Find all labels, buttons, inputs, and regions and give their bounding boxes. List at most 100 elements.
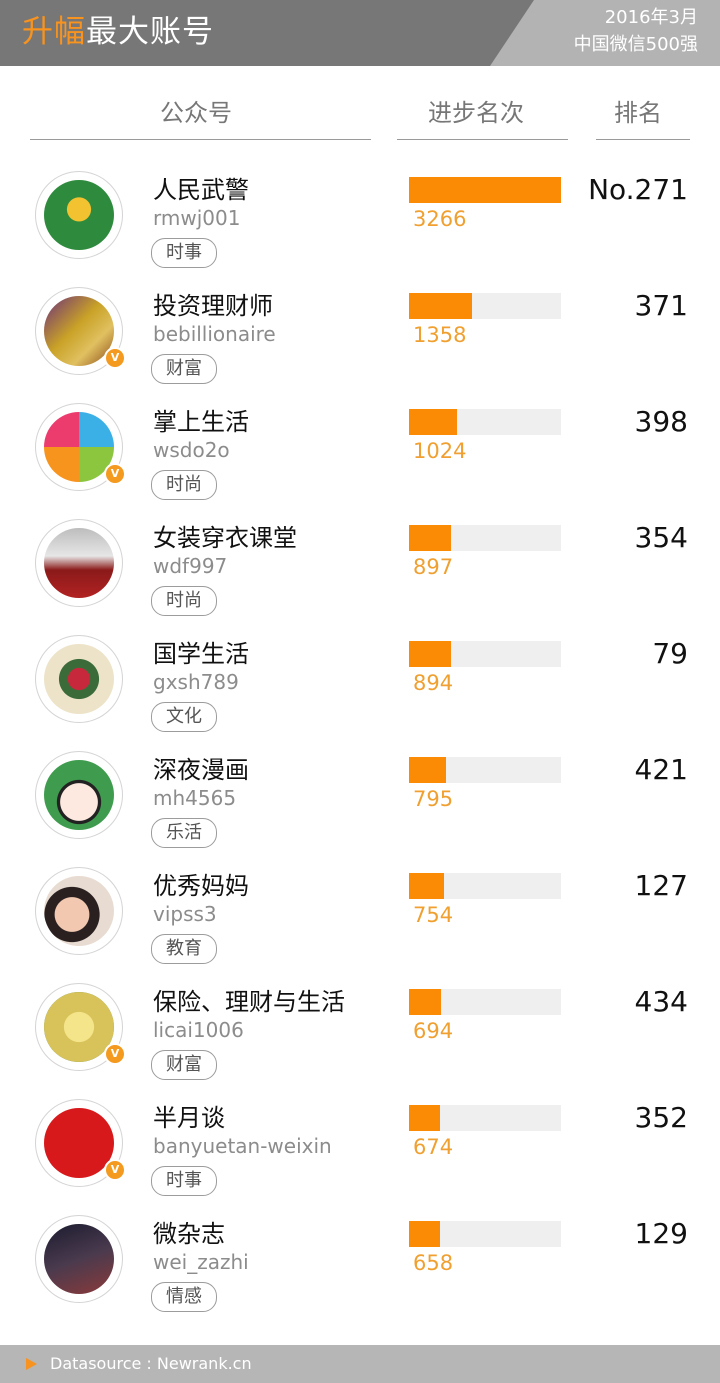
- report-subtitle: 中国微信500强: [573, 34, 698, 55]
- account-handle: vipss3: [153, 902, 217, 926]
- account-name[interactable]: 国学生活: [153, 639, 249, 669]
- account-row[interactable]: 国学生活 gxsh789 文化 894 79: [0, 635, 720, 751]
- account-name[interactable]: 半月谈: [153, 1103, 225, 1133]
- rank-value: 421: [634, 753, 688, 786]
- avatar[interactable]: [35, 519, 123, 607]
- progress-bar-track: [409, 757, 561, 783]
- progress-bar-track: [409, 873, 561, 899]
- account-row[interactable]: 人民武警 rmwj001 时事 3266 No.271: [0, 171, 720, 287]
- category-tag: 时尚: [151, 470, 217, 500]
- account-row[interactable]: V 掌上生活 wsdo2o 时尚 1024 398: [0, 403, 720, 519]
- mother-child-icon: [44, 876, 114, 946]
- account-handle: wdf997: [153, 554, 228, 578]
- progress-value: 1358: [413, 323, 467, 347]
- account-row[interactable]: V 保险、理财与生活 licai1006 财富 694 434: [0, 983, 720, 1099]
- account-handle: wei_zazhi: [153, 1250, 249, 1274]
- column-divider-account: [30, 139, 371, 140]
- progress-bar-fill: [409, 873, 444, 899]
- page-title-rest: 最大账号: [86, 14, 214, 50]
- account-row[interactable]: 微杂志 wei_zazhi 情感 658 129: [0, 1215, 720, 1331]
- progress-bar-fill: [409, 641, 451, 667]
- account-name[interactable]: 掌上生活: [153, 407, 249, 437]
- category-tag: 财富: [151, 354, 217, 384]
- rank-value: 354: [634, 521, 688, 554]
- category-tag: 时事: [151, 1166, 217, 1196]
- account-row[interactable]: V 半月谈 banyuetan-weixin 时事 674 352: [0, 1099, 720, 1215]
- account-row[interactable]: 女装穿衣课堂 wdf997 时尚 897 354: [0, 519, 720, 635]
- account-name[interactable]: 女装穿衣课堂: [153, 523, 297, 553]
- rank-value: 398: [634, 405, 688, 438]
- footer-bar: Datasource : Newrank.cn: [0, 1345, 720, 1383]
- account-name[interactable]: 人民武警: [153, 175, 249, 205]
- rank-value: 129: [634, 1217, 688, 1250]
- avatar[interactable]: [35, 1215, 123, 1303]
- progress-value: 3266: [413, 207, 467, 231]
- avatar[interactable]: [35, 171, 123, 259]
- avatar[interactable]: [35, 635, 123, 723]
- avatar[interactable]: [35, 751, 123, 839]
- progress-bar-fill: [409, 757, 446, 783]
- progress-bar-track: [409, 989, 561, 1015]
- account-handle: mh4565: [153, 786, 237, 810]
- account-handle: rmwj001: [153, 206, 241, 230]
- column-header-progress: 进步名次: [428, 99, 524, 127]
- progress-bar-track: [409, 641, 561, 667]
- progress-value: 694: [413, 1019, 454, 1043]
- rank-value: 352: [634, 1101, 688, 1134]
- progress-bar-track: [409, 409, 561, 435]
- category-tag: 乐活: [151, 818, 217, 848]
- column-header-account: 公众号: [160, 99, 232, 127]
- category-tag: 时事: [151, 238, 217, 268]
- account-name[interactable]: 优秀妈妈: [153, 871, 249, 901]
- progress-value: 897: [413, 555, 454, 579]
- account-handle: gxsh789: [153, 670, 239, 694]
- account-name[interactable]: 深夜漫画: [153, 755, 249, 785]
- fashion-woman-icon: [44, 528, 114, 598]
- progress-value: 795: [413, 787, 454, 811]
- data-source: Datasource : Newrank.cn: [50, 1354, 252, 1373]
- progress-bar-track: [409, 525, 561, 551]
- verified-badge-icon: V: [104, 463, 126, 485]
- account-row[interactable]: 优秀妈妈 vipss3 教育 754 127: [0, 867, 720, 983]
- armed-police-emblem-icon: [44, 180, 114, 250]
- rank-value: 79: [652, 637, 688, 670]
- column-header-rank: 排名: [614, 99, 662, 127]
- avatar[interactable]: [35, 867, 123, 955]
- rank-value: No.271: [588, 173, 688, 206]
- category-tag: 情感: [151, 1282, 217, 1312]
- page-title: 升幅最大账号: [22, 12, 214, 52]
- play-arrow-icon: [26, 1358, 37, 1370]
- progress-bar-track: [409, 1105, 561, 1131]
- account-handle: banyuetan-weixin: [153, 1134, 332, 1158]
- category-tag: 时尚: [151, 586, 217, 616]
- rank-value: 127: [634, 869, 688, 902]
- progress-bar-track: [409, 177, 561, 203]
- rank-value: 434: [634, 985, 688, 1018]
- progress-bar-fill: [409, 409, 457, 435]
- progress-bar-fill: [409, 293, 472, 319]
- cartoon-face-icon: [44, 760, 114, 830]
- account-handle: licai1006: [153, 1018, 244, 1042]
- verified-badge-icon: V: [104, 1043, 126, 1065]
- night-city-photo-icon: [44, 1224, 114, 1294]
- progress-bar-fill: [409, 1105, 440, 1131]
- account-name[interactable]: 投资理财师: [153, 291, 273, 321]
- account-handle: wsdo2o: [153, 438, 230, 462]
- header-banner: 升幅最大账号 2016年3月 中国微信500强: [0, 0, 720, 66]
- progress-bar-fill: [409, 525, 451, 551]
- report-date: 2016年3月: [604, 7, 698, 28]
- account-name[interactable]: 微杂志: [153, 1219, 225, 1249]
- progress-bar-fill: [409, 989, 441, 1015]
- progress-bar-track: [409, 293, 561, 319]
- progress-bar-track: [409, 1221, 561, 1247]
- verified-badge-icon: V: [104, 1159, 126, 1181]
- account-row[interactable]: V 投资理财师 bebillionaire 财富 1358 371: [0, 287, 720, 403]
- progress-bar-fill: [409, 177, 561, 203]
- page-title-highlight: 升幅: [22, 14, 86, 50]
- peony-painting-icon: [44, 644, 114, 714]
- progress-bar-fill: [409, 1221, 440, 1247]
- account-name[interactable]: 保险、理财与生活: [153, 987, 345, 1017]
- progress-value: 658: [413, 1251, 454, 1275]
- column-divider-rank: [596, 139, 690, 140]
- account-row[interactable]: 深夜漫画 mh4565 乐活 795 421: [0, 751, 720, 867]
